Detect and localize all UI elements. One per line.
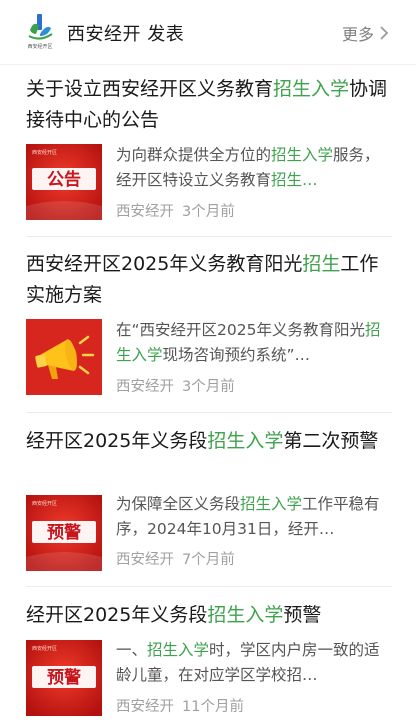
article-title[interactable]: 经开区2025年义务段招生入学第二次预警 [26,426,392,457]
article-summary: 为向群众提供全方位的招生入学服务，经开区特设立义务教育招生… [116,146,380,189]
article-time: 3个月前 [182,379,235,395]
article-source: 西安经开 [116,552,174,568]
more-button[interactable]: 更多 [342,21,390,45]
divider [26,412,392,413]
article-thumbnail[interactable]: 西安经开区 预警 [26,495,102,571]
article-time: 7个月前 [182,552,235,568]
more-label: 更多 [341,25,374,44]
article-source: 西安经开 [116,699,174,715]
article-source: 西安经开 [116,204,174,220]
logo-caption: 西安经开区 [27,43,52,50]
account-header: 西安经开区 西安经开 发表 更多 [0,0,416,64]
divider [26,586,392,587]
article-thumbnail[interactable] [26,319,102,395]
account-logo-icon[interactable]: 西安经开区 [26,12,54,50]
article-title[interactable]: 经开区2025年义务段招生入学预警 [26,600,392,631]
article-thumbnail[interactable]: 西安经开区 公告 [26,144,102,220]
thumb-text: 预警 [47,522,81,543]
article-meta: 西安经开 3个月前 [116,200,243,221]
thumb-text: 预警 [47,667,81,688]
svg-text:西安经开区: 西安经开区 [32,149,57,156]
divider [26,236,392,237]
header-divider [0,64,416,65]
article-summary: 一、招生入学时，学区内户房一致的适龄儿童，在对应学区学校招… [116,641,380,684]
article-meta: 西安经开 11个月前 [116,695,252,716]
article-meta: 西安经开 7个月前 [116,548,243,569]
article-title[interactable]: 关于设立西安经开区义务教育招生入学协调接待中心的公告 [26,74,392,136]
article-source: 西安经开 [116,379,174,395]
account-name[interactable]: 西安经开 发表 [67,20,184,46]
article-meta: 西安经开 3个月前 [116,375,243,396]
article-title[interactable]: 西安经开区2025年义务教育阳光招生工作实施方案 [26,249,392,311]
article-summary: 为保障全区义务段招生入学工作平稳有序，2024年10月31日，经开… [116,495,380,538]
article-time: 3个月前 [182,204,235,220]
thumb-text: 公告 [47,169,81,190]
article-thumbnail[interactable]: 西安经开区 预警 [26,640,102,716]
svg-text:西安经开区: 西安经开区 [32,645,57,652]
chevron-right-icon [380,26,389,40]
svg-text:西安经开区: 西安经开区 [32,500,57,507]
article-time: 11个月前 [182,699,244,715]
article-summary: 在“西安经开区2025年义务教育阳光招生入学现场咨询预约系统”… [116,321,381,364]
